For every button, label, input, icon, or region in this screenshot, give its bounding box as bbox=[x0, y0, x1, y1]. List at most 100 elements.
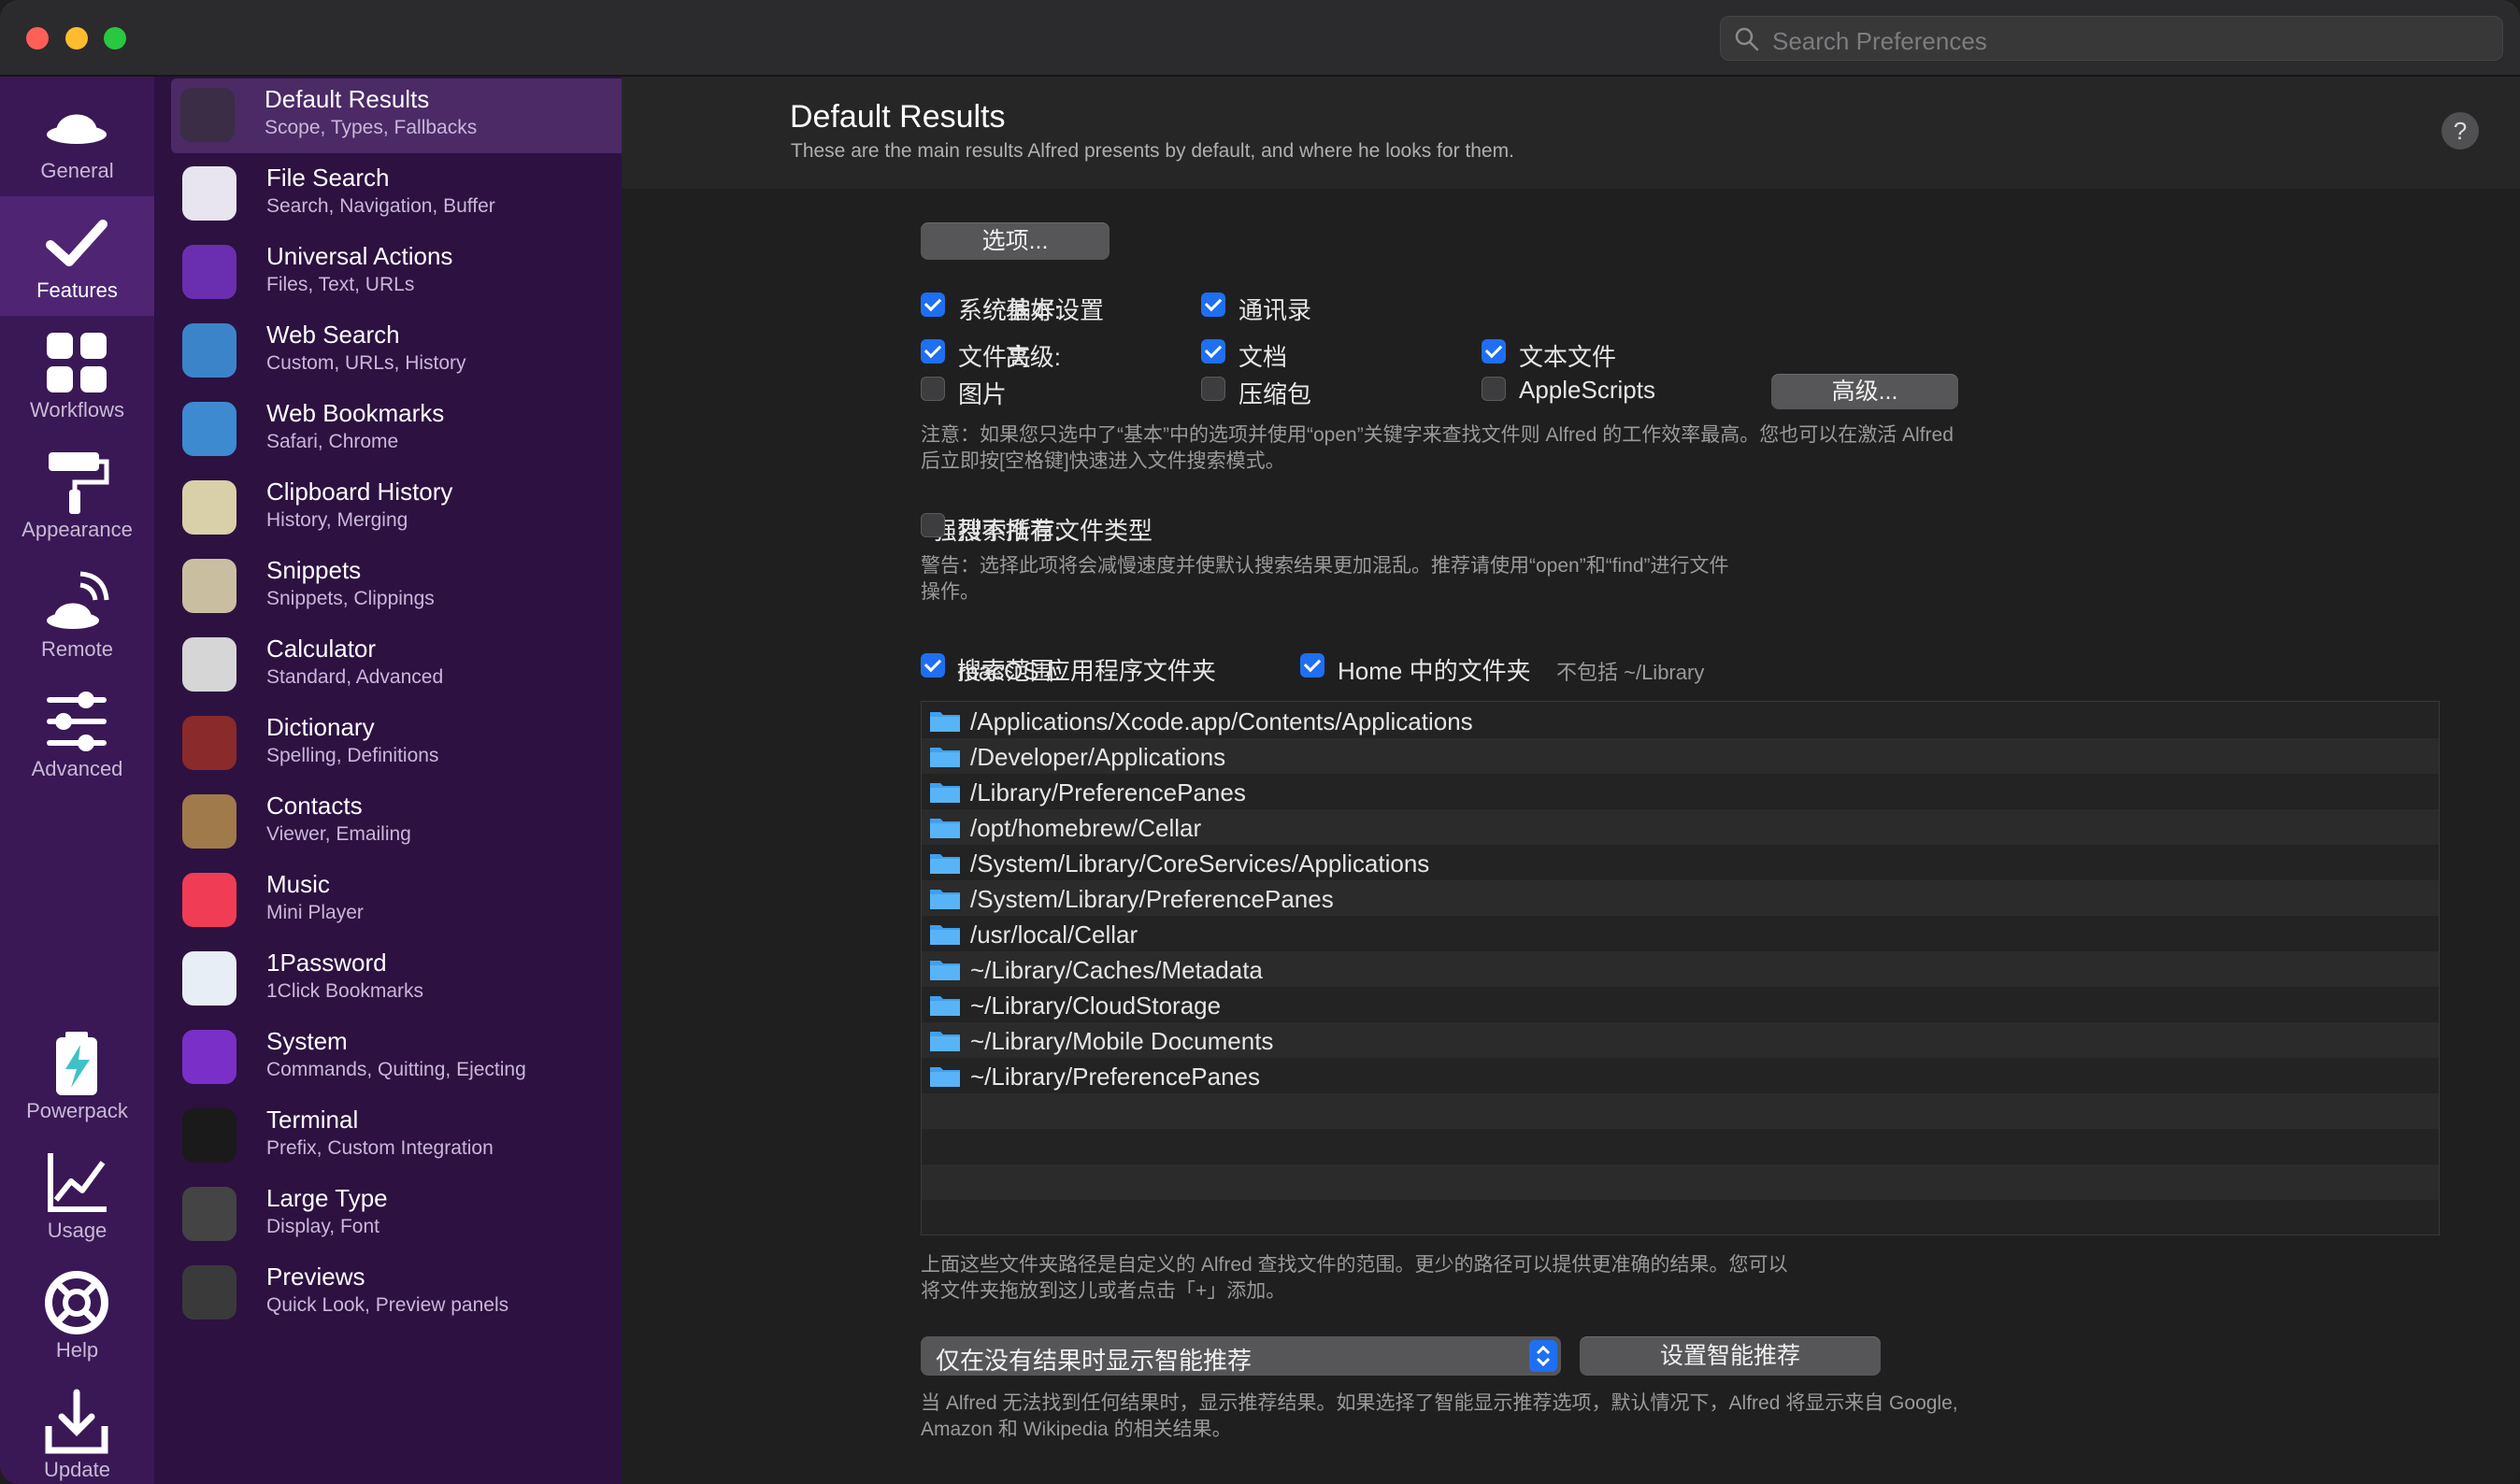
checkbox-archives[interactable] bbox=[1201, 377, 1225, 401]
zoom-window-button[interactable] bbox=[104, 27, 126, 50]
rail-advanced[interactable]: Advanced bbox=[0, 675, 154, 794]
folder-path: ~/Library/Caches/Metadata bbox=[970, 956, 1263, 984]
feature-title: Previews bbox=[266, 1263, 365, 1291]
rail-label: Update bbox=[44, 1458, 110, 1481]
grid-icon bbox=[47, 333, 107, 392]
sliders-icon bbox=[47, 692, 107, 751]
checkbox-label: AppleScripts bbox=[1519, 376, 1655, 404]
feature-subtitle: Snippets, Clippings bbox=[266, 588, 435, 609]
page-title: Default Results bbox=[790, 99, 1006, 135]
folder-path: /opt/homebrew/Cellar bbox=[970, 814, 1202, 842]
category-rail: General Features Workflows Appearance Re… bbox=[0, 77, 154, 1484]
table-row[interactable]: /Developer/Applications bbox=[922, 738, 2439, 774]
rail-label: Usage bbox=[47, 1219, 107, 1242]
rail-powerpack[interactable]: Powerpack bbox=[0, 1017, 154, 1136]
checkbox-home-folders[interactable] bbox=[1300, 653, 1324, 678]
rail-appearance[interactable]: Appearance bbox=[0, 435, 154, 555]
feature-title: Calculator bbox=[266, 635, 377, 663]
select-arrows bbox=[1529, 1340, 1557, 1372]
features-list: Default Results Scope, Types, Fallbacks Fi… bbox=[154, 77, 775, 1484]
checkbox-folders[interactable] bbox=[921, 339, 945, 364]
configure-smart-suggestions-button[interactable]: 设置智能推荐 bbox=[1580, 1336, 1881, 1376]
folder-path: /Applications/Xcode.app/Contents/Applica… bbox=[970, 707, 1473, 735]
feature-title: File Search bbox=[266, 164, 390, 192]
scope-hint: 不包括 ~/Library bbox=[1556, 661, 1705, 684]
checkbox-system-preferences[interactable] bbox=[921, 293, 945, 317]
calculator-icon bbox=[182, 637, 236, 692]
folder-icon bbox=[930, 1067, 960, 1087]
checkbox-macos-applications[interactable] bbox=[921, 653, 945, 678]
paint-roller-icon bbox=[49, 452, 109, 514]
folder-path: ~/Library/CloudStorage bbox=[970, 992, 1222, 1020]
dictionary-icon bbox=[182, 716, 236, 770]
table-row[interactable]: /opt/homebrew/Cellar bbox=[922, 809, 2439, 845]
feature-title: Dictionary bbox=[266, 713, 375, 741]
download-icon bbox=[45, 1389, 108, 1454]
lifebuoy-icon bbox=[45, 1271, 108, 1334]
table-row[interactable]: ~/Library/Mobile Documents bbox=[922, 1022, 2439, 1058]
panel-header: Default Results These are the main resul… bbox=[622, 77, 2520, 189]
rail-general[interactable]: General bbox=[0, 77, 154, 196]
rail-remote[interactable]: Remote bbox=[0, 555, 154, 675]
table-row[interactable]: /System/Library/CoreServices/Application… bbox=[922, 845, 2439, 880]
scope-note: 上面这些文件夹路径是自定义的 Alfred 查找文件的范围。更少的路径可以提供更… bbox=[921, 1252, 1788, 1305]
rail-help[interactable]: Help bbox=[0, 1256, 154, 1376]
rail-features[interactable]: Features bbox=[0, 196, 154, 316]
checkbox-images[interactable] bbox=[921, 377, 945, 401]
table-row[interactable]: ~/Library/PreferencePanes bbox=[922, 1058, 2439, 1093]
table-row[interactable]: /Applications/Xcode.app/Contents/Applica… bbox=[922, 703, 2439, 738]
feature-subtitle: 1Click Bookmarks bbox=[266, 980, 424, 1002]
rail-usage[interactable]: Usage bbox=[0, 1136, 154, 1256]
feature-subtitle: Scope, Types, Fallbacks bbox=[265, 117, 478, 138]
eye-icon bbox=[182, 1265, 236, 1320]
checkbox-text-files[interactable] bbox=[1482, 339, 1506, 364]
table-row[interactable]: ~/Library/CloudStorage bbox=[922, 987, 2439, 1022]
checkbox-documents[interactable] bbox=[1201, 339, 1225, 364]
note-line: 注意：如果您只选中了“基本”中的选项并使用“open”关键字来查找文件则 Alf… bbox=[921, 424, 1954, 446]
minimize-window-button[interactable] bbox=[65, 27, 88, 50]
folder-path: /System/Library/CoreServices/Application… bbox=[970, 849, 1430, 878]
note-line: 后立即按[空格键]快速进入文件搜索模式。 bbox=[921, 450, 1285, 472]
feature-subtitle: Files, Text, URLs bbox=[266, 274, 415, 295]
power-icon bbox=[182, 1030, 236, 1084]
rail-label: Appearance bbox=[21, 518, 133, 541]
table-row[interactable]: /Library/PreferencePanes bbox=[922, 774, 2439, 809]
folder-path: /Library/PreferencePanes bbox=[970, 778, 1246, 806]
close-window-button[interactable] bbox=[26, 27, 49, 50]
terminal-icon bbox=[182, 1108, 236, 1163]
smart-suggestions-select[interactable]: 仅在没有结果时显示智能推荐 bbox=[921, 1336, 1561, 1376]
apps-options-button[interactable]: 选项... bbox=[921, 222, 1110, 260]
note-line: 操作。 bbox=[921, 581, 980, 603]
note-line: 警告：选择此项将会减慢速度并使默认搜索结果更加混乱。推荐请使用“open”和“f… bbox=[921, 555, 1729, 577]
checkbox-applescripts[interactable] bbox=[1482, 377, 1506, 401]
folder-path: /usr/local/Cellar bbox=[970, 920, 1138, 949]
checkbox-label: 搜索所有文件类型 bbox=[958, 517, 1153, 545]
basic-note: 注意：如果您只选中了“基本”中的选项并使用“open”关键字来查找文件则 Alf… bbox=[921, 422, 1954, 475]
feature-subtitle: Mini Player bbox=[266, 902, 364, 923]
alfred-hat-icon bbox=[180, 88, 235, 142]
table-row[interactable]: /System/Library/PreferencePanes bbox=[922, 880, 2439, 916]
feature-title: Default Results bbox=[265, 85, 430, 113]
preferences-window: Search Preferences General Features Work… bbox=[0, 0, 2520, 1484]
rail-update[interactable]: Update bbox=[0, 1376, 154, 1484]
table-row[interactable]: /usr/local/Cellar bbox=[922, 916, 2439, 951]
checkbox-all-file-types[interactable] bbox=[921, 513, 945, 537]
feature-subtitle: Standard, Advanced bbox=[266, 666, 444, 688]
rail-workflows[interactable]: Workflows bbox=[0, 316, 154, 435]
search-preferences-field[interactable]: Search Preferences bbox=[1720, 16, 2503, 61]
help-button[interactable]: ? bbox=[2441, 112, 2479, 150]
checkbox-label: 文本文件 bbox=[1519, 343, 1617, 371]
table-row bbox=[922, 1093, 2439, 1129]
feature-title: Clipboard History bbox=[266, 478, 453, 506]
table-row[interactable]: ~/Library/Caches/Metadata bbox=[922, 951, 2439, 987]
checkbox-contacts[interactable] bbox=[1201, 293, 1225, 317]
select-value: 仅在没有结果时显示智能推荐 bbox=[936, 1347, 1253, 1375]
checkbox-label: macOS 应用程序文件夹 bbox=[958, 657, 1216, 685]
hat-icon bbox=[47, 114, 107, 144]
search-scope-list[interactable]: /Applications/Xcode.app/Contents/Applica… bbox=[921, 701, 2440, 1235]
folder-icon bbox=[930, 890, 960, 909]
checkbox-label: 图片 bbox=[958, 380, 1008, 408]
rail-label: Workflows bbox=[29, 398, 125, 421]
advanced-options-button[interactable]: 高级... bbox=[1771, 374, 1958, 409]
table-row bbox=[922, 1164, 2439, 1200]
